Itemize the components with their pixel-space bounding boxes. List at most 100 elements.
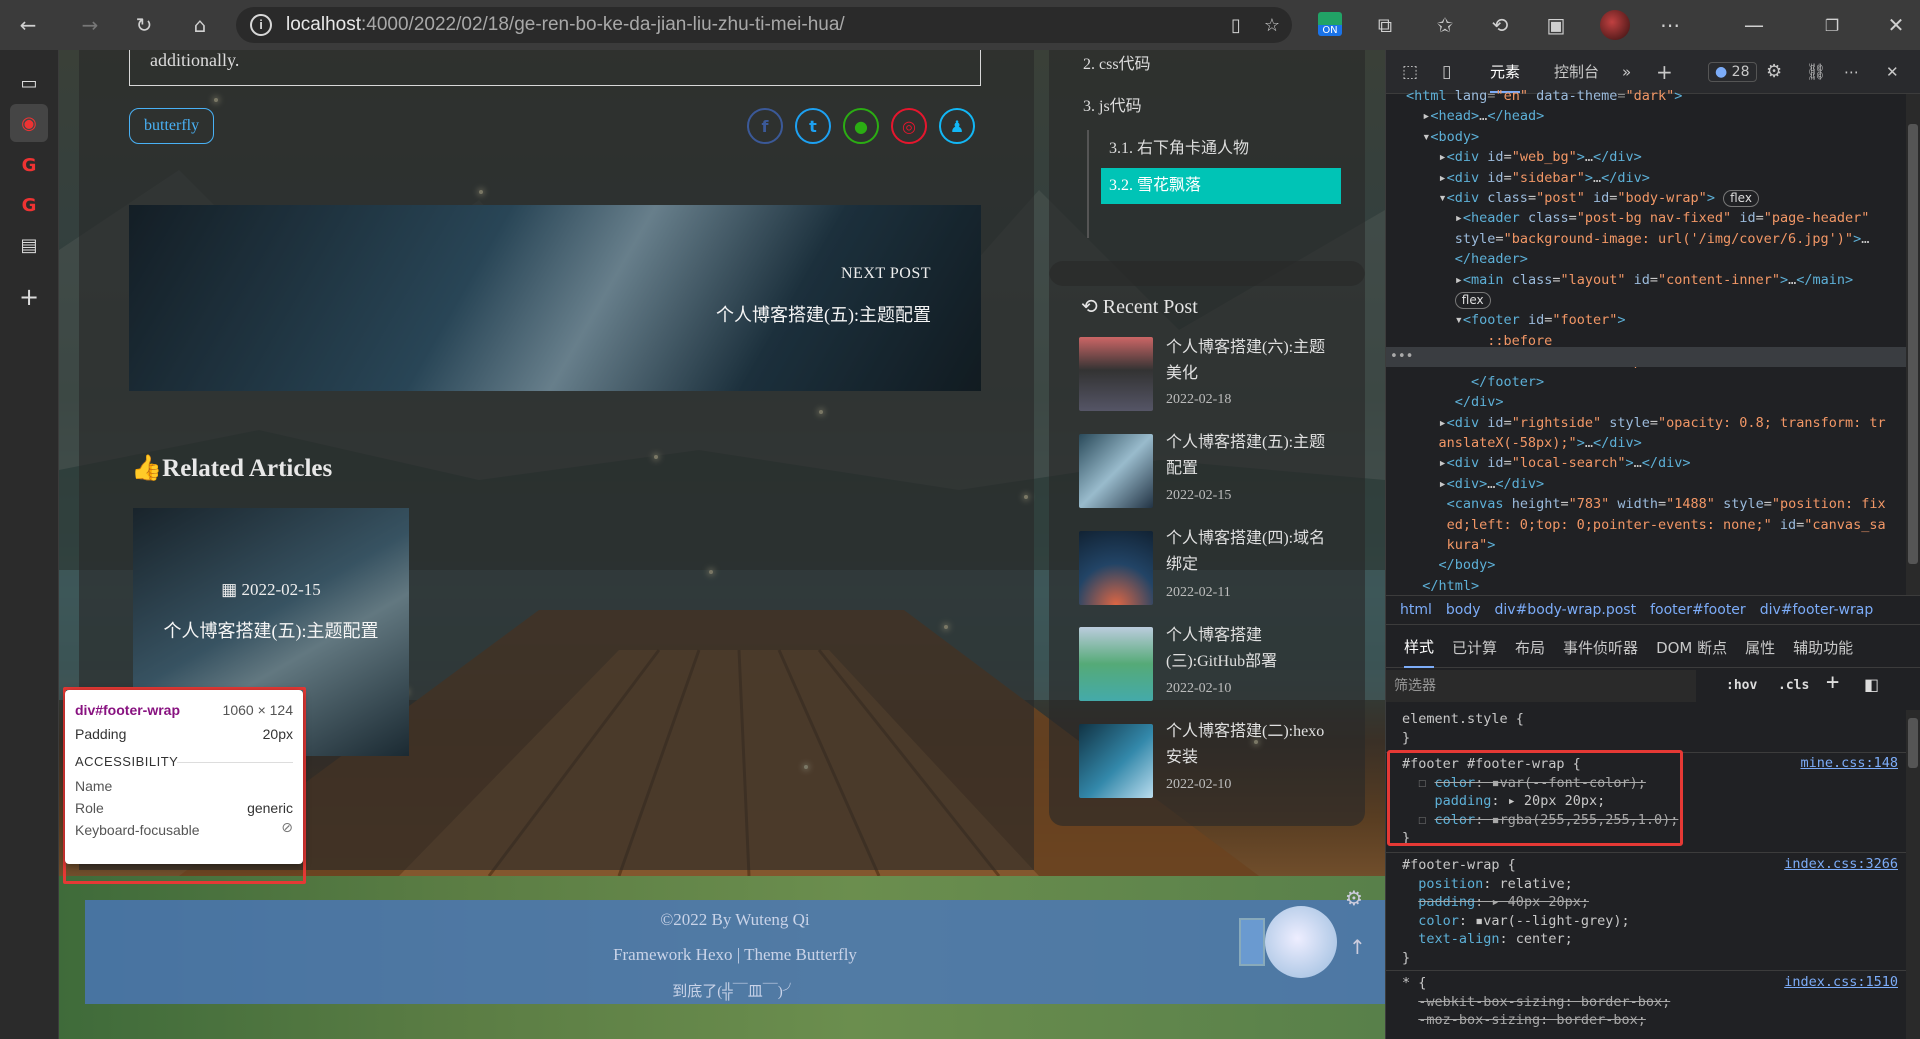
- recent-thumb[interactable]: [1079, 724, 1153, 798]
- toggle-sidebar-icon[interactable]: ◧: [1864, 675, 1879, 694]
- recent-thumb[interactable]: [1079, 337, 1153, 411]
- node-menu-icon[interactable]: •••: [1390, 349, 1413, 364]
- next-post-title: 个人博客搭建(五):主题配置: [716, 305, 931, 325]
- recent-title[interactable]: 个人博客搭建(六):主题美化: [1166, 335, 1336, 387]
- toc-item[interactable]: 3. js代码: [1083, 92, 1142, 116]
- recent-date: 2022-02-18: [1166, 392, 1232, 407]
- settings-icon[interactable]: ⚙: [1766, 61, 1782, 82]
- weibo-icon[interactable]: ◎: [891, 108, 927, 144]
- tab-accessibility[interactable]: 辅助功能: [1793, 637, 1853, 658]
- sidebar-g2-icon[interactable]: G: [10, 186, 48, 224]
- minimize-icon[interactable]: —: [1734, 5, 1774, 45]
- source-link[interactable]: index.css:1510: [1784, 974, 1898, 990]
- more-icon[interactable]: ⋯: [1844, 63, 1859, 81]
- tab-styles[interactable]: 样式: [1404, 627, 1435, 668]
- tab-actions-icon[interactable]: ▭: [10, 64, 48, 102]
- crumb[interactable]: footer#footer: [1650, 602, 1746, 618]
- history-icon[interactable]: ⟲: [1480, 5, 1520, 45]
- add-icon[interactable]: +: [10, 278, 48, 316]
- reader-icon[interactable]: ▯: [1216, 5, 1256, 45]
- tag-butterfly[interactable]: butterfly: [129, 108, 215, 144]
- site-info-icon[interactable]: i: [250, 14, 272, 36]
- footer-wrap-index-rule[interactable]: #footer-wrap { position: relative; paddi…: [1402, 856, 1630, 967]
- more-icon[interactable]: ⋯: [1650, 5, 1690, 45]
- favorites-icon[interactable]: ✩: [1425, 5, 1465, 45]
- add-rule-icon[interactable]: +: [1826, 670, 1839, 695]
- browser-sidebar: ▭ ◉ G G ▤ +: [0, 50, 59, 1039]
- refresh-icon[interactable]: ↻: [124, 5, 164, 45]
- back-to-top-icon[interactable]: ↑: [1349, 935, 1366, 959]
- tab-event-listeners[interactable]: 事件侦听器: [1563, 637, 1638, 658]
- avatar[interactable]: [1600, 10, 1630, 40]
- recent-heading: ⟲ Recent Post: [1081, 296, 1198, 318]
- hov-toggle[interactable]: :hov: [1726, 678, 1757, 693]
- tab-console[interactable]: 控制台: [1554, 61, 1599, 82]
- post-copyright-box: additionally.: [129, 50, 981, 86]
- add-tab-icon[interactable]: +: [1656, 60, 1673, 84]
- cartoon-character[interactable]: [1265, 906, 1337, 978]
- calendar-icon: ▦: [221, 580, 242, 599]
- toc-item-active[interactable]: 3.2. 雪花飘落: [1101, 168, 1341, 204]
- collections-icon[interactable]: ▣: [1536, 5, 1576, 45]
- more-tabs-icon[interactable]: »: [1622, 63, 1631, 81]
- dom-tree[interactable]: <html lang="en" data-theme="dark"> ▸<hea…: [1406, 86, 1886, 596]
- next-post-card[interactable]: NEXT POST 个人博客搭建(五):主题配置: [129, 205, 981, 391]
- source-link[interactable]: mine.css:148: [1800, 755, 1898, 771]
- document-icon[interactable]: ▤: [10, 226, 48, 264]
- cls-toggle[interactable]: .cls: [1778, 678, 1809, 693]
- element-style-rule[interactable]: element.style { }: [1402, 710, 1524, 747]
- crumb[interactable]: div#footer-wrap: [1760, 602, 1874, 618]
- issues-badge[interactable]: ● 28: [1708, 61, 1757, 82]
- related-heading: 👍Related Articles: [131, 455, 333, 482]
- toc-item[interactable]: 3.1. 右下角卡通人物: [1109, 134, 1249, 158]
- twitter-icon[interactable]: t: [795, 108, 831, 144]
- url-path: :4000/2022/02/18/ge-ren-bo-ke-da-jian-li…: [361, 14, 845, 35]
- toc-item[interactable]: 2. css代码: [1083, 50, 1151, 74]
- source-link[interactable]: index.css:3266: [1784, 856, 1898, 872]
- recent-thumb[interactable]: [1079, 627, 1153, 701]
- back-icon[interactable]: ←: [8, 5, 48, 45]
- home-icon[interactable]: ⌂: [180, 5, 220, 45]
- sidebar-g-icon[interactable]: G: [10, 146, 48, 184]
- footer-framework[interactable]: Framework Hexo | Theme Butterfly: [85, 945, 1385, 965]
- facebook-icon[interactable]: f: [747, 108, 783, 144]
- sidebar-app-icon[interactable]: ◉: [10, 104, 48, 142]
- recent-title[interactable]: 个人博客搭建(三):GitHub部署: [1166, 623, 1336, 675]
- recent-title[interactable]: 个人博客搭建(五):主题配置: [1166, 430, 1336, 482]
- devtools-panel: ⬚ ▯ 元素 控制台 » + ● 28 ⚙ ⛓ ⋯ ✕ <html lang="…: [1385, 50, 1920, 1039]
- universal-rule[interactable]: * { -webkit-box-sizing: border-box; -moz…: [1402, 974, 1670, 1030]
- close-icon[interactable]: ✕: [1876, 5, 1916, 45]
- recent-title[interactable]: 个人博客搭建(四):域名绑定: [1166, 526, 1336, 578]
- styles-filter-input[interactable]: 筛选器: [1386, 670, 1696, 702]
- recent-title[interactable]: 个人博客搭建(二):hexo安装: [1166, 719, 1336, 771]
- share-icon[interactable]: ⛓: [1806, 62, 1826, 81]
- tab-computed[interactable]: 已计算: [1452, 637, 1497, 658]
- crumb[interactable]: html: [1400, 602, 1432, 618]
- close-devtools-icon[interactable]: ✕: [1886, 63, 1899, 81]
- crumb[interactable]: body: [1446, 602, 1481, 618]
- device-icon[interactable]: ▯: [1442, 62, 1451, 82]
- dom-scrollbar[interactable]: [1906, 94, 1920, 595]
- settings-gear-icon[interactable]: ⚙: [1345, 886, 1363, 910]
- url-host: localhost: [286, 14, 361, 35]
- extension-on-icon[interactable]: ON: [1318, 12, 1342, 36]
- recent-thumb[interactable]: [1079, 434, 1153, 508]
- tab-properties[interactable]: 属性: [1745, 637, 1775, 658]
- styles-scrollbar[interactable]: [1906, 710, 1920, 1039]
- qq-icon[interactable]: ♟: [939, 108, 975, 144]
- recent-thumb[interactable]: [1079, 531, 1153, 605]
- address-bar[interactable]: i localhost:4000/2022/02/18/ge-ren-bo-ke…: [236, 7, 1292, 43]
- maximize-icon[interactable]: ❐: [1812, 5, 1852, 45]
- forward-icon[interactable]: →: [70, 5, 110, 45]
- inspect-icon[interactable]: ⬚: [1402, 62, 1418, 82]
- wechat-icon[interactable]: ●: [843, 108, 879, 144]
- highlight-box: [1387, 750, 1683, 846]
- tab-dom-breakpoints[interactable]: DOM 断点: [1656, 637, 1727, 658]
- favorite-add-icon[interactable]: ☆: [1252, 5, 1292, 45]
- extensions-icon[interactable]: ⧉: [1365, 5, 1405, 45]
- tab-layout[interactable]: 布局: [1515, 637, 1545, 658]
- recent-date: 2022-02-10: [1166, 681, 1232, 696]
- related-date: ▦ 2022-02-15: [221, 580, 321, 599]
- crumb[interactable]: div#body-wrap.post: [1495, 602, 1637, 618]
- tooltip-padding-label: Padding: [75, 726, 127, 742]
